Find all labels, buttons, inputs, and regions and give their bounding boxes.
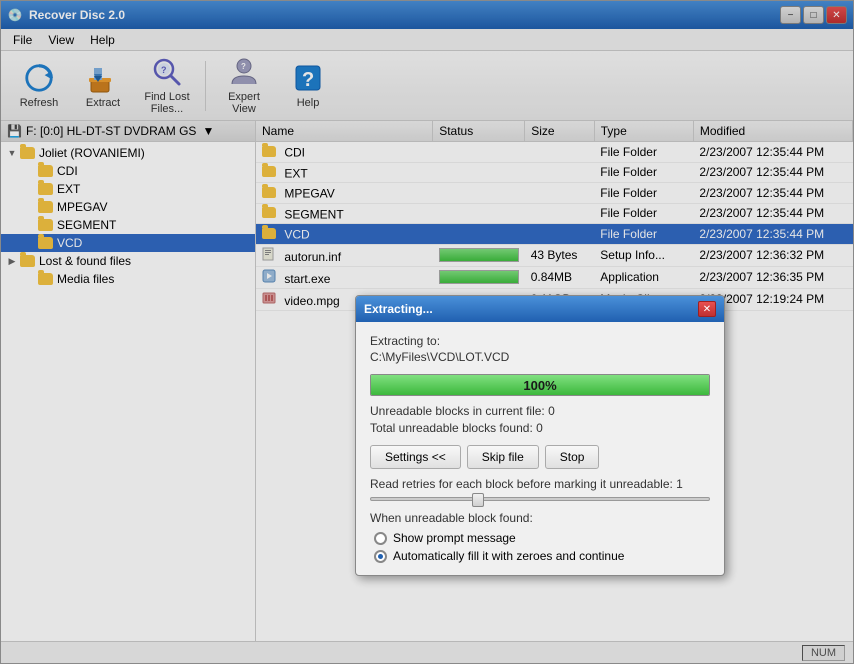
skip-file-button[interactable]: Skip file <box>467 445 539 469</box>
extracting-to-label: Extracting to: <box>370 334 710 348</box>
radio-label-prompt: Show prompt message <box>393 531 516 545</box>
radio-item-prompt[interactable]: Show prompt message <box>374 531 710 545</box>
retries-label: Read retries for each block before marki… <box>370 477 710 491</box>
extract-path: C:\MyFiles\VCD\LOT.VCD <box>370 350 710 364</box>
unreadable-current: Unreadable blocks in current file: 0 <box>370 404 710 418</box>
dialog-title-text: Extracting... <box>364 302 698 316</box>
modal-overlay: Extracting... ✕ Extracting to: C:\MyFile… <box>0 0 854 664</box>
dialog-close-button[interactable]: ✕ <box>698 301 716 317</box>
slider-container <box>370 497 710 501</box>
radio-circle-prompt[interactable] <box>374 532 387 545</box>
radio-circle-zeros[interactable] <box>374 550 387 563</box>
when-unreadable-label: When unreadable block found: <box>370 511 710 525</box>
retries-slider-thumb[interactable] <box>472 493 484 507</box>
radio-item-zeros[interactable]: Automatically fill it with zeroes and co… <box>374 549 710 563</box>
settings-button[interactable]: Settings << <box>370 445 461 469</box>
dialog-progress-bar: 100% <box>370 374 710 396</box>
dialog-progress-text: 100% <box>371 375 709 395</box>
dialog-title-bar: Extracting... ✕ <box>356 296 724 322</box>
radio-label-zeros: Automatically fill it with zeroes and co… <box>393 549 624 563</box>
extract-dialog: Extracting... ✕ Extracting to: C:\MyFile… <box>355 295 725 576</box>
stop-button[interactable]: Stop <box>545 445 600 469</box>
unreadable-total: Total unreadable blocks found: 0 <box>370 421 710 435</box>
retries-slider-track <box>370 497 710 501</box>
dialog-buttons: Settings << Skip file Stop <box>370 445 710 469</box>
dialog-body: Extracting to: C:\MyFiles\VCD\LOT.VCD 10… <box>356 322 724 575</box>
radio-group: Show prompt message Automatically fill i… <box>370 531 710 563</box>
